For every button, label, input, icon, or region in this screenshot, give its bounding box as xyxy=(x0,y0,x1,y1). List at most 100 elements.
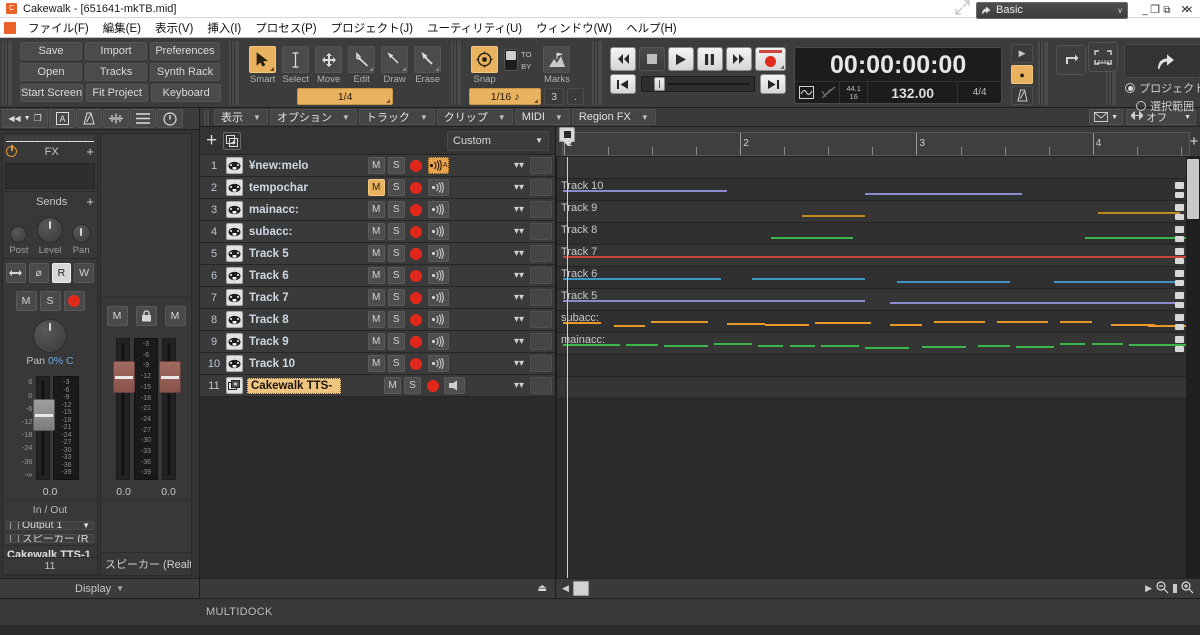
power-icon[interactable] xyxy=(6,145,17,158)
automation-write-button[interactable]: W xyxy=(74,263,94,284)
import-button[interactable]: Import xyxy=(85,42,147,60)
marks-button[interactable]: Marks xyxy=(541,46,572,85)
zoom-level-indicator[interactable] xyxy=(1173,584,1177,593)
midi-note[interactable] xyxy=(921,346,966,348)
track-name[interactable]: tempochange: xyxy=(247,182,308,194)
menu-window[interactable]: ウィンドウ(W) xyxy=(529,18,619,38)
track-name[interactable]: Track 9 xyxy=(247,336,308,348)
track-view-grip[interactable] xyxy=(204,109,211,125)
expand-arrows-icon[interactable] xyxy=(955,0,970,20)
menu-file[interactable]: ファイル(F) xyxy=(21,18,96,38)
menu-help[interactable]: ヘルプ(H) xyxy=(619,18,683,38)
time-panel[interactable]: 00:00:00:00 44.1 16 132.00 4/4 xyxy=(794,47,1003,104)
menu-insert[interactable]: 挿入(I) xyxy=(200,18,248,38)
loop-icon[interactable] xyxy=(1056,45,1087,75)
tool-resolution-dropdown[interactable]: 1/4 xyxy=(297,88,394,105)
time-signature-display[interactable]: 4/4 xyxy=(957,82,1001,103)
track-row[interactable]: 9 Track 9 M S ▾▾ xyxy=(200,331,555,353)
fx-bin[interactable] xyxy=(5,163,95,190)
vertical-scrollbar[interactable] xyxy=(1186,157,1200,578)
tv-menu-track[interactable]: トラック ▼ xyxy=(358,109,435,125)
micro-record-button[interactable]: ● xyxy=(1011,65,1034,84)
midi-note[interactable] xyxy=(865,193,1023,195)
mute-button[interactable]: M xyxy=(367,223,385,240)
track-expand-chevron-icon[interactable]: ▾▾ xyxy=(508,358,530,369)
tracks-button[interactable]: Tracks xyxy=(85,63,147,81)
tool-select[interactable]: Select xyxy=(280,46,311,85)
phase-invert-icon[interactable]: ⌀ xyxy=(28,263,49,284)
sample-rate-display[interactable]: 44.1 16 xyxy=(839,82,867,103)
doc-restore-button[interactable]: ⧉ xyxy=(1156,2,1178,18)
input-echo-button[interactable] xyxy=(427,311,449,328)
power-icon[interactable] xyxy=(157,109,183,128)
snap-dot[interactable]: . xyxy=(567,88,585,105)
pause-button[interactable] xyxy=(696,47,723,71)
tool-draw[interactable]: Draw xyxy=(379,46,410,85)
midi-note[interactable] xyxy=(890,324,922,326)
fit-selection-icon[interactable] xyxy=(1088,42,1119,72)
midi-note[interactable] xyxy=(1016,346,1054,348)
tv-menu-view[interactable]: 表示 ▼ xyxy=(214,109,268,125)
midi-note[interactable] xyxy=(1060,343,1086,345)
record-arm-button[interactable] xyxy=(408,245,425,262)
track-expand-chevron-icon[interactable]: ▾▾ xyxy=(508,182,530,193)
metronome-icon[interactable] xyxy=(1011,86,1034,105)
midi-note[interactable] xyxy=(890,302,1180,304)
clip-lane[interactable]: Track 5 xyxy=(557,289,1186,311)
midi-note[interactable] xyxy=(1053,281,1180,283)
track-row[interactable]: 6 Track 6 M S ▾▾ xyxy=(200,265,555,287)
clip-handle-icon[interactable] xyxy=(1175,302,1184,308)
record-arm-button[interactable] xyxy=(408,355,425,372)
clip-lane[interactable]: subacc: xyxy=(557,311,1186,333)
play-button[interactable] xyxy=(667,47,694,71)
track-expand-chevron-icon[interactable]: ▾▾ xyxy=(508,314,530,325)
midi-note[interactable] xyxy=(563,300,866,302)
send-post-control[interactable]: Post xyxy=(9,226,28,256)
solo-button[interactable]: S xyxy=(387,267,405,284)
waveform-icon[interactable] xyxy=(103,109,129,128)
midi-note[interactable] xyxy=(1085,237,1186,239)
midi-note[interactable] xyxy=(1091,343,1124,345)
metronome-icon[interactable] xyxy=(76,109,102,128)
midi-note[interactable] xyxy=(613,325,646,327)
tv-menu-midi[interactable]: MIDI ▼ xyxy=(514,109,570,125)
clip-lane[interactable] xyxy=(557,157,1186,179)
clip-lane[interactable] xyxy=(557,355,1186,377)
text-box-icon[interactable]: A xyxy=(49,109,75,128)
midi-note[interactable] xyxy=(1129,344,1161,346)
mute-button[interactable]: M xyxy=(106,306,128,326)
menu-view[interactable]: 表示(V) xyxy=(148,18,200,38)
midi-note[interactable] xyxy=(626,344,658,346)
record-arm-button[interactable] xyxy=(408,267,425,284)
record-arm-button[interactable] xyxy=(424,377,441,394)
mute-button[interactable]: M xyxy=(15,291,37,312)
transport-position-slider[interactable] xyxy=(641,76,756,92)
eject-icon[interactable]: ⏏ xyxy=(538,583,547,594)
clip-handle-icon[interactable] xyxy=(1175,214,1184,220)
snap-value-dropdown[interactable]: 1/16 ♪ xyxy=(469,88,542,105)
solo-button[interactable]: S xyxy=(387,179,405,196)
synth-rack-button[interactable]: Synth Rack xyxy=(150,63,220,81)
solo-button[interactable]: S xyxy=(387,245,405,262)
snap-toby-toggle[interactable] xyxy=(504,49,519,71)
record-arm-button[interactable] xyxy=(408,289,425,306)
track-end-cell[interactable] xyxy=(530,377,552,394)
rewind-button[interactable] xyxy=(610,47,637,71)
scroll-left-arrow-icon[interactable]: ◀ xyxy=(562,583,569,594)
tv-menu-options[interactable]: オプション ▼ xyxy=(269,109,357,125)
tool-smart[interactable]: Smart xyxy=(247,46,278,85)
clip-handle-icon[interactable] xyxy=(1175,336,1184,343)
track-row[interactable]: 8 Track 8 M S ▾▾ xyxy=(200,309,555,331)
fast-forward-button[interactable] xyxy=(725,47,752,71)
midi-note[interactable] xyxy=(1097,212,1180,214)
track-name[interactable]: mainacc: xyxy=(247,204,308,216)
tempo-display[interactable]: 132.00 xyxy=(867,82,957,103)
track-name[interactable]: ¥new:melody xyxy=(247,160,308,172)
automation-read-button[interactable]: R xyxy=(51,263,72,284)
snap-count[interactable]: 3 xyxy=(544,88,565,105)
clip-handle-icon[interactable] xyxy=(1175,346,1184,352)
track-name[interactable]: Track 10 xyxy=(247,358,308,370)
clip-lane[interactable]: Track 9 xyxy=(557,201,1186,223)
clip-handle-icon[interactable] xyxy=(1175,226,1184,233)
zoom-in-icon[interactable] xyxy=(1181,580,1194,597)
